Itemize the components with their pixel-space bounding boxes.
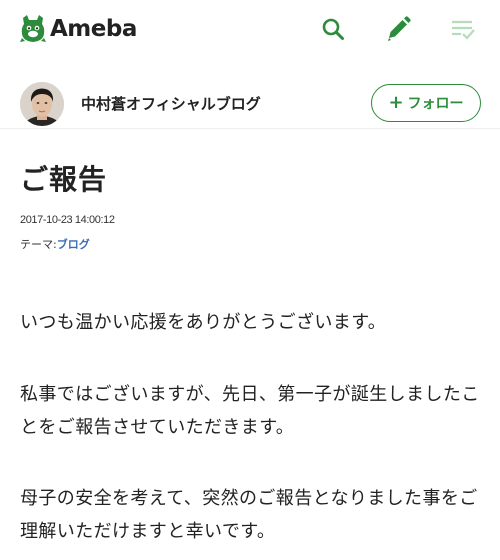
entry-paragraph: いつも温かい応援をありがとうございます。 bbox=[20, 312, 387, 333]
feed-button[interactable] bbox=[448, 14, 478, 44]
entry-paragraph: 私事ではございますが、先日、第一子が誕生しましたことをご報告させていただきます。 bbox=[20, 384, 480, 438]
ameba-mascot-icon bbox=[20, 15, 46, 42]
write-post-button[interactable] bbox=[383, 14, 413, 44]
search-button[interactable] bbox=[318, 14, 348, 44]
logo-text: Ameba bbox=[50, 16, 137, 42]
feed-icon bbox=[452, 20, 475, 40]
follow-button[interactable]: + フォロー bbox=[371, 84, 481, 122]
entry-title: ご報告 bbox=[20, 163, 108, 196]
follow-label: フォロー bbox=[407, 96, 464, 112]
ameba-logo[interactable]: Ameba bbox=[20, 13, 137, 45]
avatar[interactable] bbox=[20, 82, 64, 126]
theme-prefix: テーマ: bbox=[20, 238, 57, 251]
search-icon bbox=[322, 18, 344, 40]
pencil-icon bbox=[388, 16, 411, 41]
blog-info-bar: 中村蒼オフィシャルブログ + フォロー bbox=[0, 58, 500, 129]
entry-date: 2017-10-23 14:00:12 bbox=[20, 214, 115, 226]
theme-link[interactable]: ブログ bbox=[57, 238, 90, 251]
entry-paragraph: 母子の安全を考えて、突然のご報告となりました事をご理解いただけますと幸いです。 bbox=[20, 488, 478, 542]
app-header: Ameba bbox=[0, 0, 500, 59]
entry-theme: テーマ:ブログ bbox=[20, 236, 90, 252]
blog-title[interactable]: 中村蒼オフィシャルブログ bbox=[81, 93, 261, 114]
profile-photo bbox=[20, 82, 64, 126]
plus-icon: + bbox=[388, 92, 404, 113]
